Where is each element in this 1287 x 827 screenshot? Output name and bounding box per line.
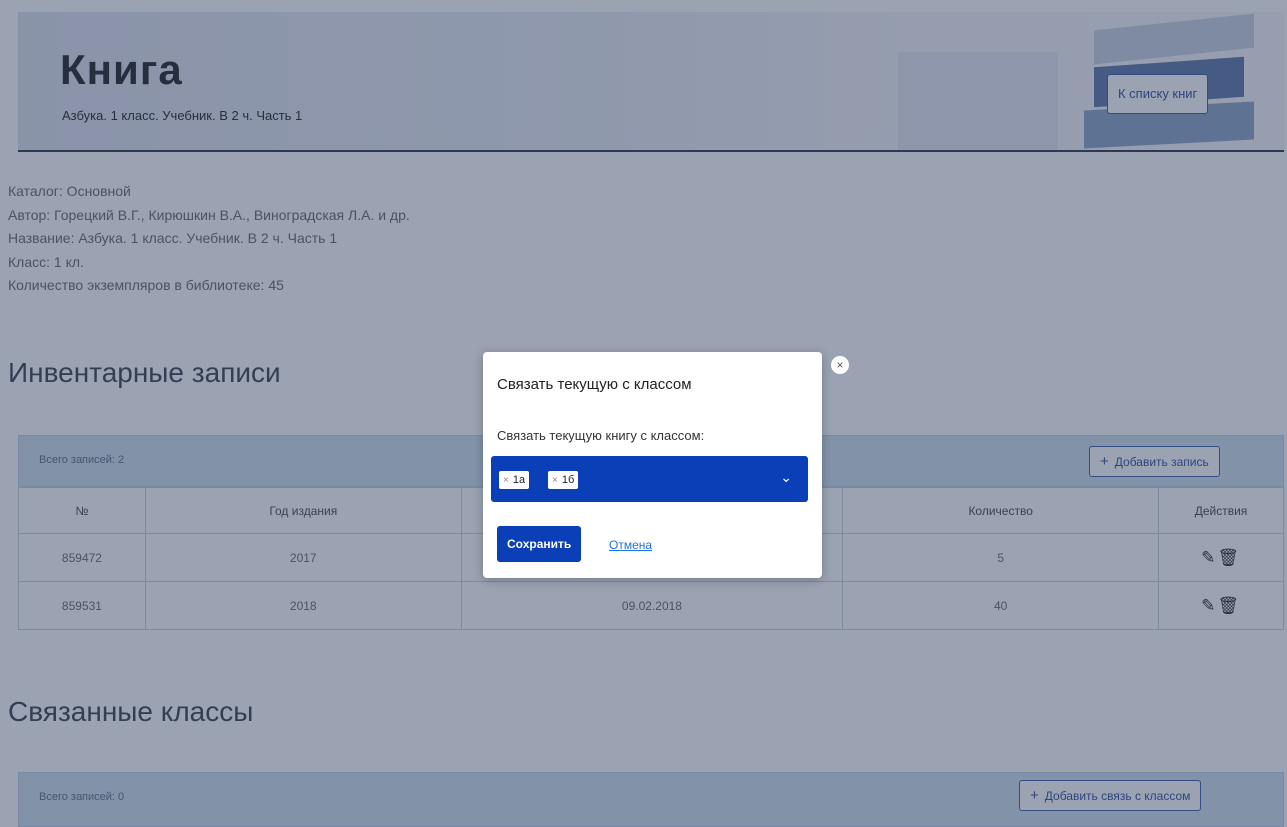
remove-chip-icon[interactable]: ×: [503, 475, 509, 486]
selected-class-chip: × 1а: [499, 471, 530, 489]
class-multiselect[interactable]: × 1а × 1б ⌄: [491, 456, 808, 502]
link-class-modal: Связать текущую с классом Связать текущу…: [483, 352, 822, 578]
modal-field-label: Связать текущую книгу с классом:: [497, 428, 705, 443]
selected-class-chip: × 1б: [548, 471, 579, 489]
close-icon[interactable]: ×: [831, 356, 849, 374]
modal-title: Связать текущую с классом: [497, 376, 692, 393]
chevron-down-icon[interactable]: ⌄: [780, 469, 792, 486]
remove-chip-icon[interactable]: ×: [552, 475, 558, 486]
page: Книга Азбука. 1 класс. Учебник. В 2 ч. Ч…: [0, 0, 1287, 827]
cancel-link[interactable]: Отмена: [609, 538, 652, 552]
save-button[interactable]: Сохранить: [497, 526, 582, 562]
